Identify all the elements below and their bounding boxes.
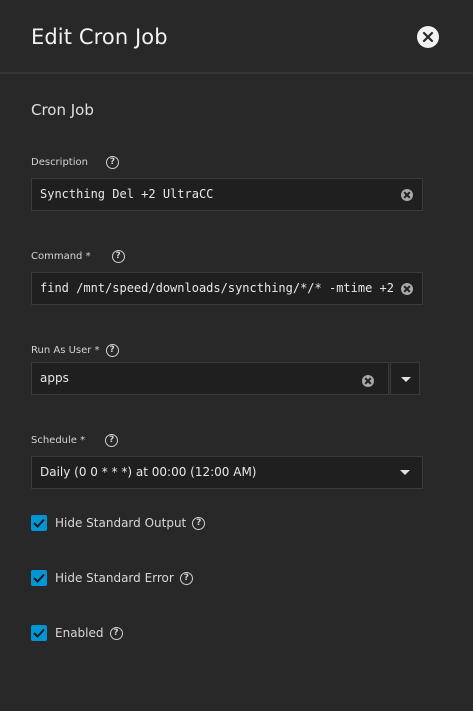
dialog-title: Edit Cron Job	[31, 25, 168, 49]
chevron-down-icon	[401, 377, 411, 382]
enabled-checkbox-row[interactable]: Enabled ?	[31, 625, 123, 641]
run-as-user-label-row: Run As User * ?	[31, 344, 119, 357]
schedule-label: Schedule *	[31, 435, 86, 446]
hide-standard-error-checkbox[interactable]	[31, 570, 47, 586]
help-icon[interactable]: ?	[105, 434, 119, 447]
clear-icon[interactable]	[401, 189, 413, 201]
checkmark-icon	[33, 518, 45, 528]
help-icon[interactable]: ?	[109, 626, 123, 640]
help-icon[interactable]: ?	[105, 156, 119, 169]
run-as-user-label: Run As User *	[31, 345, 100, 356]
schedule-label-row: Schedule * ?	[31, 434, 119, 447]
hide-standard-error-checkbox-row[interactable]: Hide Standard Error ?	[31, 570, 193, 586]
hide-standard-output-checkbox-row[interactable]: Hide Standard Output ?	[31, 515, 206, 531]
help-icon[interactable]: ?	[192, 516, 206, 530]
section-title: Cron Job	[31, 101, 94, 119]
enabled-checkbox[interactable]	[31, 625, 47, 641]
enabled-label: Enabled	[55, 626, 104, 640]
schedule-select[interactable]: Daily (0 0 * * *) at 00:00 (12:00 AM)	[31, 456, 423, 489]
run-as-user-input[interactable]: apps	[40, 371, 350, 385]
close-button[interactable]	[417, 26, 439, 48]
dialog-header: Edit Cron Job	[0, 0, 473, 74]
checkmark-icon	[33, 628, 45, 638]
chevron-down-icon	[400, 470, 410, 475]
description-input[interactable]: Syncthing Del +2 UltraCC	[40, 187, 390, 201]
run-as-user-field[interactable]: apps	[31, 362, 389, 395]
description-field[interactable]: Syncthing Del +2 UltraCC	[31, 178, 423, 211]
help-icon[interactable]: ?	[105, 344, 119, 357]
command-field[interactable]: find /mnt/speed/downloads/syncthing/*/* …	[31, 272, 423, 305]
clear-icon[interactable]	[401, 283, 413, 295]
schedule-value: Daily (0 0 * * *) at 00:00 (12:00 AM)	[40, 465, 257, 479]
description-label: Description	[31, 157, 88, 168]
hide-standard-error-label: Hide Standard Error	[55, 571, 174, 585]
clear-icon[interactable]	[362, 375, 374, 387]
description-label-row: Description ?	[31, 156, 119, 169]
run-as-user-dropdown-button[interactable]	[390, 362, 420, 395]
command-input[interactable]: find /mnt/speed/downloads/syncthing/*/* …	[40, 281, 396, 295]
help-icon[interactable]: ?	[111, 250, 125, 263]
help-icon[interactable]: ?	[179, 571, 193, 585]
checkmark-icon	[33, 573, 45, 583]
command-label: Command *	[31, 251, 91, 262]
hide-standard-output-label: Hide Standard Output	[55, 516, 187, 530]
hide-standard-output-checkbox[interactable]	[31, 515, 47, 531]
command-label-row: Command * ?	[31, 250, 125, 263]
close-icon	[422, 31, 434, 43]
